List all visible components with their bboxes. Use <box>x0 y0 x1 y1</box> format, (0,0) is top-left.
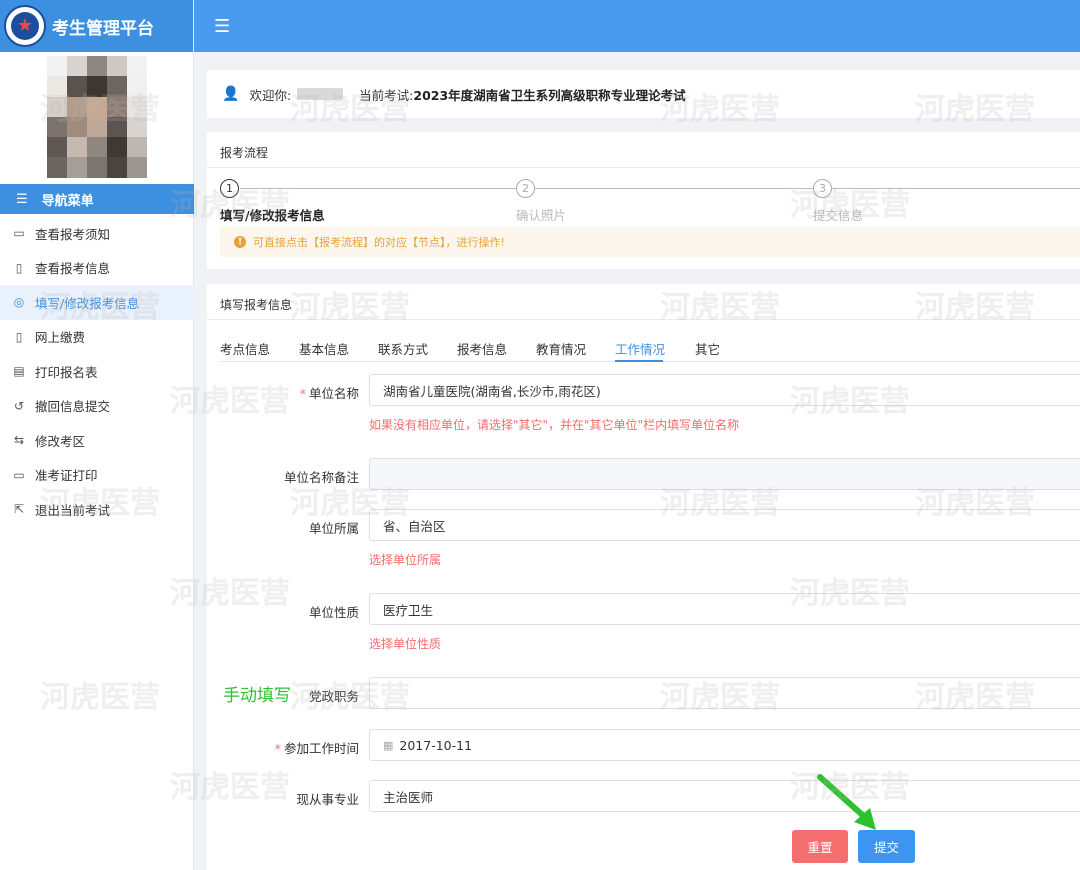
info-icon: ! <box>234 236 246 248</box>
sidebar: ★ 考生管理平台 ☰ 导航菜单 ▭ 查看报考须知 ▯ 查看报考信息 ◎ 填写/修改报考… <box>0 0 194 870</box>
nav-header: ☰ 导航菜单 <box>0 184 194 214</box>
nav-item-admission-card[interactable]: ▭ 准考证打印 <box>0 458 194 493</box>
tab-active-indicator <box>615 360 663 362</box>
unit-note-label: 单位名称备注 <box>283 470 359 485</box>
flow-title: 报考流程 <box>207 132 1080 168</box>
specialty-label: 现从事专业 <box>296 792 359 807</box>
step-line <box>832 188 1080 189</box>
tab-exam-site[interactable]: 考点信息 <box>220 339 270 358</box>
unit-note-input[interactable] <box>369 458 1080 490</box>
exit-icon: ⇱ <box>13 502 25 517</box>
user-name-blurred <box>297 88 344 100</box>
step-1-circle[interactable]: 1 <box>220 179 239 198</box>
hamburger-icon[interactable]: ☰ <box>214 16 230 37</box>
step-1-label[interactable]: 填写/修改报考信息 <box>220 205 325 224</box>
menu-icon: ☰ <box>16 191 28 207</box>
swap-icon: ⇆ <box>13 433 25 448</box>
nav-item-payment[interactable]: ▯ 网上缴费 <box>0 320 194 355</box>
nav-item-label: 撤回信息提交 <box>35 399 111 415</box>
unit-nature-label: 单位性质 <box>308 605 359 620</box>
unit-nature-select[interactable]: 医疗卫生 <box>369 593 1080 625</box>
unit-name-label: * 单位名称 <box>299 386 359 401</box>
welcome-greeting: 欢迎你: <box>249 87 292 103</box>
tab-education[interactable]: 教育情况 <box>536 339 586 358</box>
step-line <box>535 188 813 189</box>
nav-item-label: 查看报考信息 <box>35 261 111 277</box>
file-icon: ▯ <box>15 329 23 344</box>
submit-button[interactable]: 提交 <box>858 830 915 863</box>
check-circle-icon: ◎ <box>13 295 25 310</box>
file-icon: ▯ <box>15 260 23 275</box>
unit-name-select[interactable]: 湖南省儿童医院(湖南省,长沙市,雨花区) <box>369 374 1080 406</box>
undo-icon: ↺ <box>13 398 25 413</box>
form-tabs: 考点信息 基本信息 联系方式 报考信息 教育情况 工作情况 其它 <box>220 332 1080 362</box>
tab-apply-info[interactable]: 报考信息 <box>457 339 507 358</box>
steps: 1 2 3 填写/修改报考信息 确认照片 提交信息 <box>220 179 1080 223</box>
nav-item-view-info[interactable]: ▯ 查看报考信息 <box>0 251 194 286</box>
nav-item-change-area[interactable]: ⇆ 修改考区 <box>0 423 194 458</box>
tab-work[interactable]: 工作情况 <box>615 339 665 358</box>
form-card: 填写报考信息 考点信息 基本信息 联系方式 报考信息 教育情况 工作情况 其它 … <box>207 284 1080 870</box>
flow-card: 报考流程 1 2 3 填写/修改报考信息 确认照片 提交信息 ! 可直接点击【报… <box>207 132 1080 269</box>
card-icon: ▭ <box>13 467 25 482</box>
flow-tip-text: 可直接点击【报考流程】的对应【节点】，进行操作! <box>253 236 505 249</box>
work-start-datepicker[interactable]: ▦ 2017-10-11 <box>369 729 1080 761</box>
unit-affiliation-hint: 选择单位所属 <box>369 553 442 567</box>
message-icon: ▭ <box>13 226 25 241</box>
nav-item-exit[interactable]: ⇱ 退出当前考试 <box>0 492 194 527</box>
tab-other[interactable]: 其它 <box>695 339 720 358</box>
tab-contact[interactable]: 联系方式 <box>378 339 428 358</box>
form-title: 填写报考信息 <box>207 284 1080 320</box>
nav-menu: ▭ 查看报考须知 ▯ 查看报考信息 ◎ 填写/修改报考信息 ▯ 网上缴费 ▤ 打印报名表 … <box>0 216 194 527</box>
unit-nature-hint: 选择单位性质 <box>369 637 442 651</box>
manual-fill-annotation: 手动填写 <box>223 686 291 706</box>
nav-item-label: 准考证打印 <box>35 468 98 484</box>
nav-item-label: 查看报考须知 <box>35 226 111 242</box>
nav-item-label: 退出当前考试 <box>35 502 111 518</box>
nav-item-label: 修改考区 <box>35 433 86 449</box>
nav-item-edit-info[interactable]: ◎ 填写/修改报考信息 <box>0 285 194 320</box>
tab-basic-info[interactable]: 基本信息 <box>299 339 349 358</box>
avatar <box>47 56 147 178</box>
reset-button[interactable]: 重置 <box>792 830 848 863</box>
unit-name-hint: 如果没有相应单位，请选择"其它"，并在"其它单位"栏内填写单位名称 <box>369 418 740 432</box>
brand-bar: ★ 考生管理平台 <box>0 0 193 52</box>
unit-affiliation-select[interactable]: 省、自治区 <box>369 509 1080 541</box>
app-title: 考生管理平台 <box>52 18 154 39</box>
step-2-label[interactable]: 确认照片 <box>516 205 566 224</box>
nav-item-label: 填写/修改报考信息 <box>35 295 140 311</box>
exam-name: 2023年度湖南省卫生系列高级职称专业理论考试 <box>413 87 686 103</box>
top-bar: ☰ <box>194 0 1080 52</box>
flow-tip: ! 可直接点击【报考流程】的对应【节点】，进行操作! <box>220 227 1080 257</box>
user-icon: 👤 <box>222 86 240 102</box>
nav-item-label: 网上缴费 <box>35 330 86 346</box>
calendar-icon: ▦ <box>383 738 394 752</box>
specialty-input[interactable]: 主治医师 <box>369 780 1080 812</box>
step-3-circle[interactable]: 3 <box>813 179 832 198</box>
welcome-bar: 👤 欢迎你: 当前考试: 2023年度湖南省卫生系列高级职称专业理论考试 <box>207 70 1080 118</box>
nav-item-withdraw[interactable]: ↺ 撤回信息提交 <box>0 389 194 424</box>
nav-item-print-form[interactable]: ▤ 打印报名表 <box>0 354 194 389</box>
exam-prefix: 当前考试: <box>359 87 414 103</box>
unit-affiliation-label: 单位所属 <box>308 521 359 536</box>
nav-item-label: 打印报名表 <box>35 364 98 380</box>
party-post-input[interactable] <box>369 677 1080 709</box>
logo: ★ <box>4 5 46 47</box>
work-start-label: * 参加工作时间 <box>274 741 359 756</box>
party-post-label: 党政职务 <box>308 689 359 704</box>
print-icon: ▤ <box>13 364 25 379</box>
nav-item-notice[interactable]: ▭ 查看报考须知 <box>0 216 194 251</box>
step-line <box>240 188 516 189</box>
nav-header-label: 导航菜单 <box>41 193 94 209</box>
step-2-circle[interactable]: 2 <box>516 179 535 198</box>
step-3-label[interactable]: 提交信息 <box>813 205 863 224</box>
